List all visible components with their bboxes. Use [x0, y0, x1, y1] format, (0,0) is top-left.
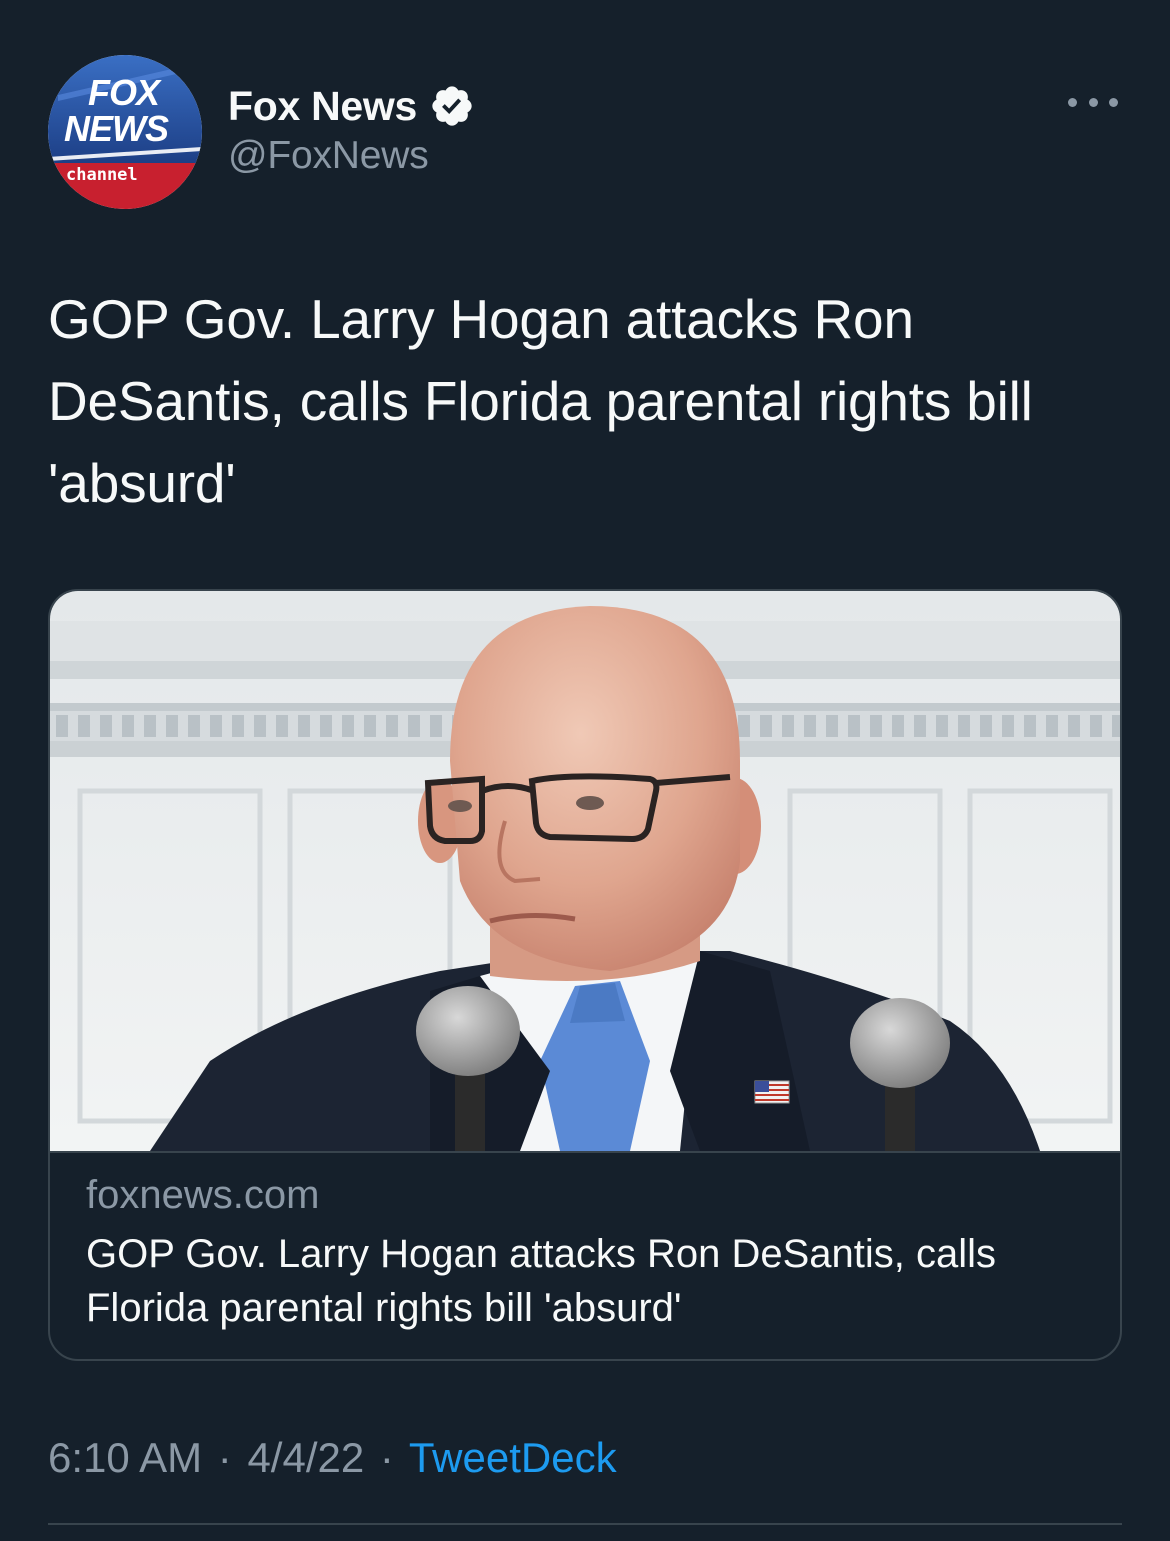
molding-dentil [122, 715, 134, 737]
molding-dentil [1112, 715, 1120, 737]
handle[interactable]: @FoxNews [228, 134, 475, 178]
avatar-logo-line2: NEWS [64, 108, 169, 149]
more-dot [1068, 97, 1077, 107]
molding-dentil [936, 715, 948, 737]
avatar-logo-line1: FOX [88, 72, 160, 113]
more-dot [1088, 97, 1098, 107]
molding-dentil [1090, 715, 1102, 737]
molding-dentil [320, 715, 332, 737]
tweet-text: GOP Gov. Larry Hogan attacks Ron DeSanti… [48, 288, 1033, 514]
tweet-meta: 6:10 AM · 4/4/22 · TweetDeck [48, 1434, 617, 1482]
molding-dentil [276, 715, 288, 737]
molding-dentil [892, 715, 904, 737]
card-image[interactable] [50, 591, 1120, 1153]
molding-dentil [364, 715, 376, 737]
molding-dentil [144, 715, 156, 737]
molding-dentil [166, 715, 178, 737]
card-domain: foxnews.com [86, 1173, 320, 1217]
molding-dentil [232, 715, 244, 737]
molding-dentil [78, 715, 90, 737]
molding-dentil [980, 715, 992, 737]
display-name[interactable]: Fox News [228, 83, 417, 130]
molding-dentil [782, 715, 794, 737]
divider [48, 1523, 1122, 1525]
molding-dentil [1068, 715, 1080, 737]
molding-dentil [386, 715, 398, 737]
molding-dentil [1024, 715, 1036, 737]
verified-badge-icon [429, 83, 475, 129]
more-horizontal-icon[interactable] [1068, 90, 1118, 114]
molding-dentil [738, 715, 750, 737]
molding-dentil [430, 715, 442, 737]
molding-dentil [914, 715, 926, 737]
molding-dentil [826, 715, 838, 737]
molding-dentil [188, 715, 200, 737]
meta-separator: · [217, 1434, 232, 1481]
meta-separator: · [379, 1434, 394, 1481]
molding-dentil [56, 715, 68, 737]
more-dot [1109, 97, 1118, 107]
tweet-time[interactable]: 6:10 AM [48, 1434, 202, 1481]
molding-dentil [254, 715, 266, 737]
molding-dentil [100, 715, 112, 737]
molding-dentil [804, 715, 816, 737]
molding-dentil [1002, 715, 1014, 737]
tweet-date[interactable]: 4/4/22 [247, 1434, 364, 1481]
molding-dentil [870, 715, 882, 737]
molding-dentil [1046, 715, 1058, 737]
avatar-logo-line3: channel [66, 165, 138, 185]
author-info[interactable]: Fox News @FoxNews [228, 78, 475, 178]
card-title: GOP Gov. Larry Hogan attacks Ron DeSanti… [86, 1232, 997, 1330]
molding-dentil [298, 715, 310, 737]
tweet-source-link[interactable]: TweetDeck [409, 1434, 617, 1481]
molding-dentil [958, 715, 970, 737]
molding-dentil [210, 715, 222, 737]
molding-dentil [342, 715, 354, 737]
molding-dentil [848, 715, 860, 737]
molding-dentil [408, 715, 420, 737]
tweet: FOX NEWS channel Fox News @FoxNews GOP G… [0, 0, 1170, 1541]
molding-dentil [760, 715, 772, 737]
link-card[interactable]: foxnews.com GOP Gov. Larry Hogan attacks… [48, 589, 1122, 1361]
avatar[interactable]: FOX NEWS channel [48, 55, 202, 209]
display-name-row: Fox News [228, 78, 475, 134]
